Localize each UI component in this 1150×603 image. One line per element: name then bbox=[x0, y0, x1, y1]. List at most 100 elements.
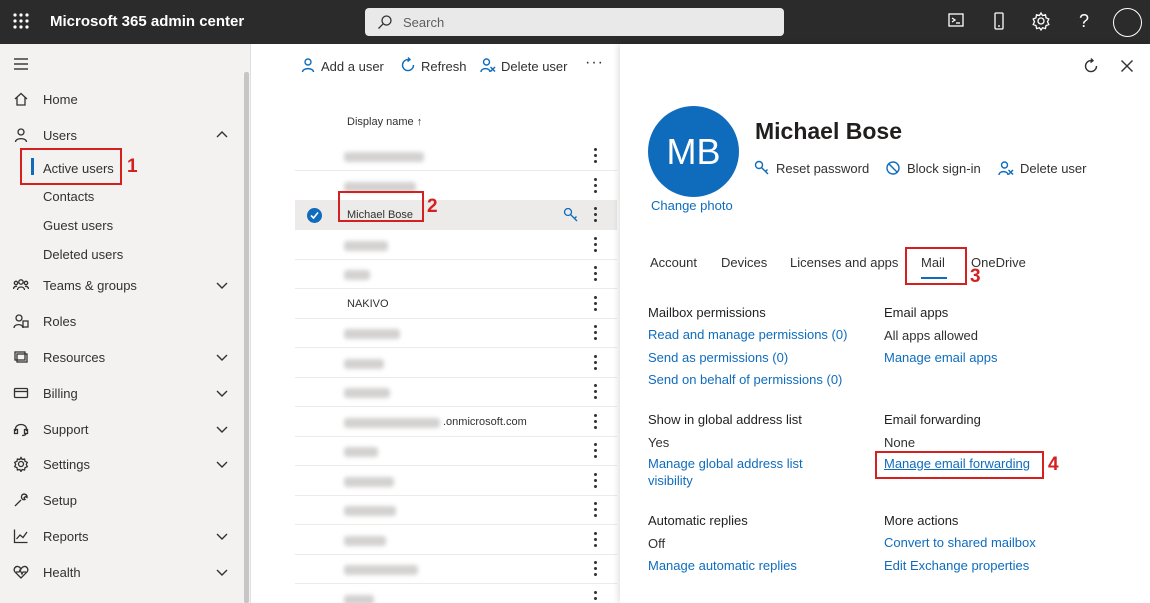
row-more-icon[interactable] bbox=[594, 502, 598, 518]
table-row[interactable] bbox=[295, 142, 617, 171]
row-more-icon[interactable] bbox=[594, 325, 598, 341]
sidebar-item-label: Roles bbox=[43, 314, 77, 329]
delete-user-label: Delete user bbox=[501, 59, 568, 74]
table-row[interactable] bbox=[295, 555, 617, 584]
convert-shared-mailbox-link[interactable]: Convert to shared mailbox bbox=[884, 534, 1036, 551]
sidebar-subitem-guest-users[interactable]: Guest users bbox=[43, 218, 113, 233]
app-title[interactable]: Microsoft 365 admin center bbox=[50, 13, 244, 30]
row-more-icon[interactable] bbox=[594, 295, 598, 312]
mobile-icon[interactable] bbox=[988, 11, 1010, 33]
manage-automatic-replies-link[interactable]: Manage automatic replies bbox=[648, 557, 797, 574]
help-icon[interactable]: ? bbox=[1073, 11, 1095, 33]
table-row[interactable] bbox=[295, 231, 617, 260]
table-row[interactable]: NAKIVO bbox=[295, 290, 617, 319]
chevron-down-icon[interactable] bbox=[216, 423, 228, 435]
step-highlight-active-users bbox=[20, 148, 122, 185]
tab-account[interactable]: Account bbox=[650, 255, 697, 270]
send-on-behalf-link[interactable]: Send on behalf of permissions (0) bbox=[648, 371, 842, 388]
sidebar-item-support[interactable]: Support bbox=[0, 415, 240, 443]
sidebar-item-billing[interactable]: Billing bbox=[0, 379, 240, 407]
table-row[interactable] bbox=[295, 349, 617, 378]
edit-exchange-properties-link[interactable]: Edit Exchange properties bbox=[884, 557, 1029, 574]
hamburger-icon[interactable] bbox=[13, 57, 29, 74]
app-launcher-icon[interactable] bbox=[12, 12, 30, 30]
column-header-label: Display name bbox=[347, 116, 414, 128]
selected-check-icon[interactable] bbox=[307, 208, 322, 223]
row-more-icon[interactable] bbox=[594, 177, 598, 194]
refresh-label: Refresh bbox=[421, 59, 467, 74]
table-row[interactable]: .onmicrosoft.com bbox=[295, 408, 617, 437]
blurred-name bbox=[344, 506, 396, 516]
manage-gal-visibility-link[interactable]: Manage global address list visibility bbox=[648, 455, 803, 489]
sidebar-item-teams-groups[interactable]: Teams & groups bbox=[0, 271, 240, 299]
row-more-icon[interactable] bbox=[594, 590, 598, 603]
sidebar-subitem-contacts[interactable]: Contacts bbox=[43, 189, 94, 204]
email-apps-value: All apps allowed bbox=[884, 328, 978, 343]
mailbox-permissions-title: Mailbox permissions bbox=[648, 305, 766, 320]
row-more-icon[interactable] bbox=[594, 413, 598, 430]
row-more-icon[interactable] bbox=[594, 472, 598, 489]
chevron-down-icon[interactable] bbox=[216, 566, 228, 578]
delete-user-icon bbox=[998, 161, 1014, 176]
user-icon bbox=[13, 127, 29, 143]
refresh-icon[interactable] bbox=[1083, 58, 1099, 77]
blurred-name bbox=[344, 329, 400, 339]
row-more-icon[interactable] bbox=[594, 531, 598, 548]
sidebar-scrollbar[interactable] bbox=[244, 72, 249, 603]
table-row[interactable] bbox=[295, 526, 617, 555]
sidebar-item-setup[interactable]: Setup bbox=[0, 486, 240, 514]
avatar[interactable] bbox=[1113, 8, 1142, 37]
row-more-icon[interactable] bbox=[594, 266, 598, 282]
delete-user-icon bbox=[480, 57, 496, 76]
sidebar-item-resources[interactable]: Resources bbox=[0, 343, 240, 371]
blurred-name bbox=[344, 476, 394, 487]
row-more-icon[interactable] bbox=[594, 148, 598, 164]
close-icon[interactable] bbox=[1119, 58, 1135, 77]
table-row[interactable] bbox=[295, 467, 617, 496]
table-row[interactable] bbox=[295, 437, 617, 466]
table-row[interactable] bbox=[295, 378, 617, 407]
sidebar-item-settings[interactable]: Settings bbox=[0, 450, 240, 478]
tab-licenses-and-apps[interactable]: Licenses and apps bbox=[790, 255, 898, 270]
read-manage-permissions-link[interactable]: Read and manage permissions (0) bbox=[648, 326, 847, 343]
search-input[interactable] bbox=[403, 12, 763, 32]
table-row[interactable] bbox=[295, 585, 617, 603]
terminal-icon[interactable] bbox=[945, 11, 967, 33]
sidebar-item-home[interactable]: Home bbox=[0, 85, 240, 113]
chevron-down-icon[interactable] bbox=[216, 351, 228, 363]
key-icon bbox=[754, 160, 769, 175]
manage-email-apps-link[interactable]: Manage email apps bbox=[884, 349, 997, 366]
sidebar-item-users[interactable]: Users bbox=[0, 121, 240, 149]
row-more-icon[interactable] bbox=[594, 561, 598, 577]
key-icon[interactable] bbox=[563, 207, 579, 226]
column-header-display-name[interactable]: Display name ↑ bbox=[347, 116, 422, 128]
display-name-cell: .onmicrosoft.com bbox=[443, 415, 527, 428]
row-more-icon[interactable] bbox=[594, 384, 598, 400]
search-icon bbox=[377, 14, 393, 33]
tab-devices[interactable]: Devices bbox=[721, 255, 767, 270]
sidebar-item-roles[interactable]: Roles bbox=[0, 307, 240, 335]
sidebar-item-health[interactable]: Health bbox=[0, 558, 240, 586]
row-more-icon[interactable] bbox=[594, 354, 598, 371]
more-options-icon[interactable]: ··· bbox=[585, 54, 604, 72]
table-row[interactable] bbox=[295, 496, 617, 525]
search-box[interactable] bbox=[365, 8, 784, 36]
chevron-up-icon[interactable] bbox=[216, 129, 228, 141]
gear-icon[interactable] bbox=[1030, 11, 1052, 33]
chevron-down-icon[interactable] bbox=[216, 458, 228, 470]
send-as-permissions-link[interactable]: Send as permissions (0) bbox=[648, 349, 788, 366]
chevron-down-icon[interactable] bbox=[216, 387, 228, 399]
row-more-icon[interactable] bbox=[594, 236, 598, 253]
chevron-down-icon[interactable] bbox=[216, 530, 228, 542]
row-more-icon[interactable] bbox=[594, 207, 598, 223]
sidebar-subitem-deleted-users[interactable]: Deleted users bbox=[43, 247, 123, 262]
table-row[interactable] bbox=[295, 260, 617, 289]
row-more-icon[interactable] bbox=[594, 443, 598, 459]
manage-gal-link-line2: visibility bbox=[648, 473, 693, 488]
sort-ascending-icon: ↑ bbox=[416, 116, 423, 128]
table-row[interactable] bbox=[295, 319, 617, 348]
blurred-name bbox=[344, 417, 440, 428]
sidebar-item-reports[interactable]: Reports bbox=[0, 522, 240, 550]
change-photo-link[interactable]: Change photo bbox=[651, 198, 733, 213]
chevron-down-icon[interactable] bbox=[216, 279, 228, 291]
